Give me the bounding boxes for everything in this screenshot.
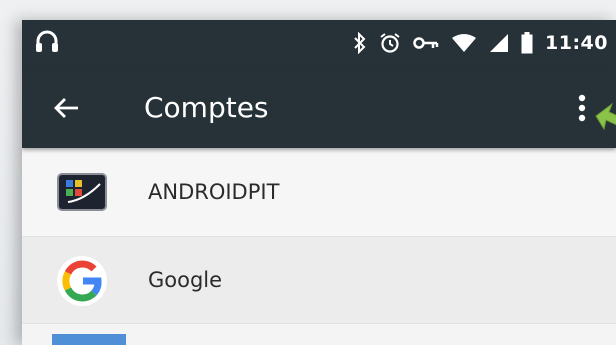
arrow-back-icon [54,98,78,118]
screenshot-frame: 11:40 Comptes ANDROIDPIT Google [0,0,616,345]
app-toolbar: Comptes [22,68,616,148]
status-icons: 11:40 [353,28,608,58]
phone-screen: 11:40 Comptes ANDROIDPIT Google [22,20,616,345]
account-row-androidpit[interactable]: ANDROIDPIT [22,148,616,237]
back-button[interactable] [46,88,86,128]
more-vert-icon [578,94,586,122]
vpn-key-icon [413,37,439,49]
status-bar: 11:40 [22,20,616,68]
androidpit-app-icon [57,173,107,211]
accounts-list: ANDROIDPIT Google [22,148,616,324]
google-g-icon [57,256,107,306]
battery-icon [521,32,533,54]
status-time: 11:40 [545,32,608,54]
account-label: ANDROIDPIT [148,180,280,204]
account-row-google[interactable]: Google [22,237,616,324]
signal-icon [490,34,509,52]
alarm-icon [380,33,400,53]
account-label: Google [148,268,223,292]
overflow-menu-button[interactable] [570,90,594,126]
partial-account-icon [52,334,126,345]
page-title: Comptes [144,91,269,124]
wifi-icon [452,34,477,52]
headset-icon [36,30,58,52]
green-arrow-pointer [595,102,616,131]
bluetooth-icon [354,32,366,54]
